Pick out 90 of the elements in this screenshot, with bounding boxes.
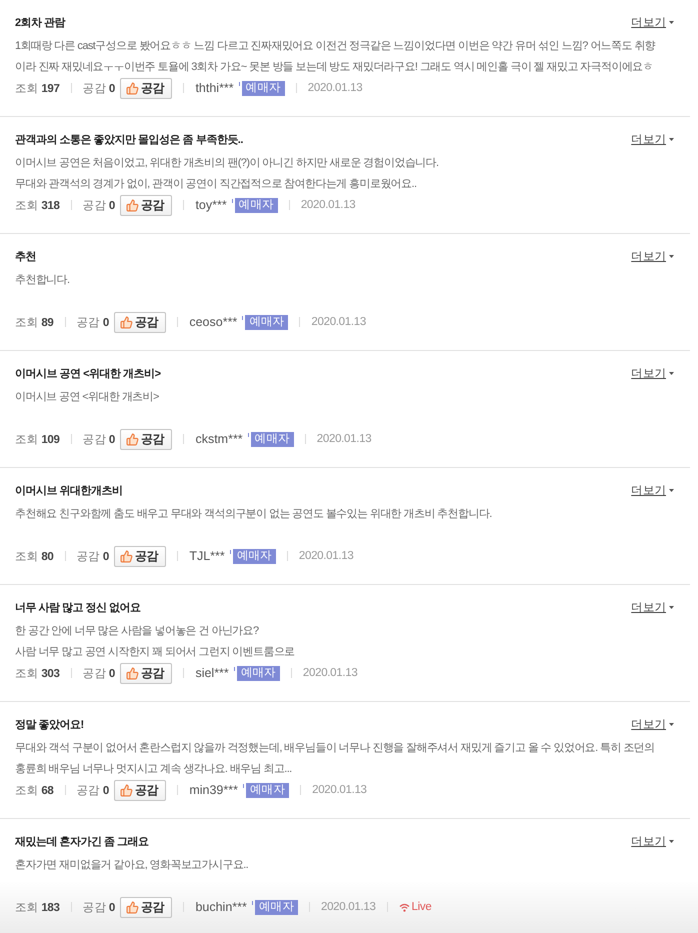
caret-icon — [669, 840, 674, 842]
review-text: 한 공간 안에 너무 많은 사람을 넣어놓은 건 아닌가요? 사람 너무 많고 공연 시작한지 꽤 되어서 그런지 이벤트룸으로 — [15, 624, 295, 660]
like-count: 공감 0 — [76, 784, 109, 798]
caret-icon — [669, 254, 674, 258]
review-title: 관객과의 소통은 좋았지만 몰입성은 좀 부족한듯.. — [15, 132, 243, 146]
review-date: 2020.01.13 — [308, 82, 362, 94]
user-name: siel*** — [195, 666, 229, 680]
like-count: 공감 0 — [82, 432, 116, 446]
view-count: 조회 68 — [15, 784, 54, 798]
buyer-badge: 예매자 — [242, 782, 290, 798]
thumbs-up-icon — [126, 900, 140, 914]
review-date: 2020.01.13 — [300, 199, 356, 211]
buyer-badge: 예매자 — [234, 666, 280, 680]
review-title: 이머시브 공연 <위대한 개츠비> — [15, 366, 161, 380]
live-tag: Live — [398, 901, 432, 913]
like-button[interactable]: 공감 — [114, 780, 166, 800]
review-date: 2020.01.13 — [298, 550, 354, 562]
caret-icon — [669, 722, 674, 726]
like-button[interactable]: 공감 — [120, 78, 172, 98]
review-title: 정말 좋았어요! — [15, 718, 84, 732]
caret-icon — [669, 20, 674, 24]
review-text: 추천해요 친구와함께 춤도 배우고 무대와 객석의구분이 없는 공연도 볼수있는 위대한 개츠비 추천합니다. — [15, 507, 492, 522]
like-count: 공감 0 — [82, 198, 116, 212]
view-count: 조회 89 — [15, 316, 54, 330]
review-date: 2020.01.13 — [302, 667, 358, 679]
more-link[interactable]: 더보기 — [631, 132, 674, 146]
user-name: buchin*** — [195, 900, 247, 914]
review-text: 무대와 객석 구분이 없어서 혼란스럽지 않을까 걱정했는데, 배우님들이 너무나 진행을 잘해주셔서 재밌게 즐기고 올 수 있었어요. 특히 조던의 홍륜희 배우님 너무나 멋지시고 계속 생각나요. 배우님 최고... — [15, 741, 654, 777]
thumbs-up-icon — [126, 666, 140, 680]
view-count: 조회 197 — [15, 82, 60, 96]
review-date: 2020.01.13 — [320, 901, 376, 913]
more-link[interactable]: 더보기 — [631, 834, 674, 848]
view-count: 조회 80 — [15, 550, 54, 564]
review-title: 이머시브 위대한개츠비 — [15, 484, 123, 498]
thumbs-up-icon — [120, 316, 133, 328]
more-link[interactable]: 더보기 — [631, 248, 674, 264]
more-link[interactable]: 더보기 — [631, 366, 674, 380]
caret-icon — [669, 138, 674, 140]
more-link[interactable]: 더보기 — [631, 716, 674, 732]
buyer-badge: 예매자 — [252, 900, 298, 914]
view-count: 조회 109 — [15, 432, 60, 446]
thumbs-up-icon — [126, 82, 140, 94]
thumbs-up-icon — [120, 550, 133, 562]
user-name: ththi*** — [195, 81, 234, 95]
like-count: 공감 0 — [82, 666, 116, 680]
review-date: 2020.01.13 — [312, 784, 367, 796]
thumbs-up-icon — [126, 198, 140, 212]
buyer-badge: 예매자 — [232, 198, 278, 212]
review-text: 이머시브 공연은 처음이었고, 위대한 개츠비의 팬(?)이 아니긴 하지만 새로운 경험이었습니다. 무대와 관객석의 경계가 없이, 관객이 공연이 직간접적으로 참여한다는게 흥미로웠어요.. — [15, 156, 438, 192]
review-title: 너무 사람 많고 정신 없어요 — [15, 600, 141, 614]
review-title: 추천 — [15, 250, 36, 264]
more-link[interactable]: 더보기 — [631, 600, 674, 614]
signal-icon — [398, 902, 410, 912]
user-name: TJL*** — [189, 549, 225, 563]
like-count: 공감 0 — [82, 900, 116, 914]
like-count: 공감 0 — [76, 550, 109, 564]
like-count: 공감 0 — [76, 316, 109, 330]
like-button[interactable]: 공감 — [114, 312, 166, 332]
buyer-badge: 예매자 — [238, 80, 285, 96]
more-link[interactable]: 더보기 — [631, 14, 674, 30]
caret-icon — [669, 606, 674, 608]
user-name: ceoso*** — [189, 315, 238, 329]
like-button[interactable]: 공감 — [114, 546, 166, 566]
view-count: 조회 303 — [15, 666, 60, 680]
buyer-badge: 예매자 — [248, 432, 294, 446]
review-date: 2020.01.13 — [311, 316, 366, 328]
review-date: 2020.01.13 — [316, 433, 372, 445]
review-text: 이머시브 공연 <위대한 개츠비> — [15, 390, 159, 405]
review-title: 재밌는데 혼자가긴 좀 그래요 — [15, 834, 149, 848]
review-text: 추천합니다. — [15, 273, 70, 288]
thumbs-up-icon — [126, 432, 140, 446]
like-count: 공감 0 — [82, 82, 116, 96]
buyer-badge: 예매자 — [242, 314, 288, 330]
review-text: 혼자가면 재미없을거 같아요, 영화꼭보고가시구요.. — [15, 858, 248, 873]
like-button[interactable]: 공감 — [120, 194, 172, 216]
caret-icon — [669, 372, 674, 374]
caret-icon — [669, 488, 674, 492]
more-link[interactable]: 더보기 — [631, 482, 674, 498]
review-title: 2회차 관람 — [15, 16, 66, 30]
user-name: toy*** — [195, 198, 227, 212]
buyer-badge: 예매자 — [230, 548, 276, 564]
view-count: 조회 318 — [15, 198, 60, 212]
like-button[interactable]: 공감 — [120, 428, 172, 450]
like-button[interactable]: 공감 — [120, 662, 172, 684]
thumbs-up-icon — [120, 784, 133, 796]
user-name: ckstm*** — [195, 432, 243, 446]
like-button[interactable]: 공감 — [120, 896, 172, 918]
user-name: min39*** — [189, 783, 238, 797]
view-count: 조회 183 — [15, 900, 60, 914]
review-text: 1회때랑 다른 cast구성으로 봤어요ㅎㅎ 느낌 다르고 진짜재밌어요 이전건 정극같은 느낌이었다면 이번은 약간 유머 섞인 느낌? 어느쪽도 취향 이라 진짜 재밌네요ㅜㅜ이번주 토욜에 3회차 가요~ 못본 방들 보는데 방도 재밌더라구요! 그래도 역시 메인홀 극이 젤 재밌고 자극적이에요ㅎ — [15, 39, 656, 75]
